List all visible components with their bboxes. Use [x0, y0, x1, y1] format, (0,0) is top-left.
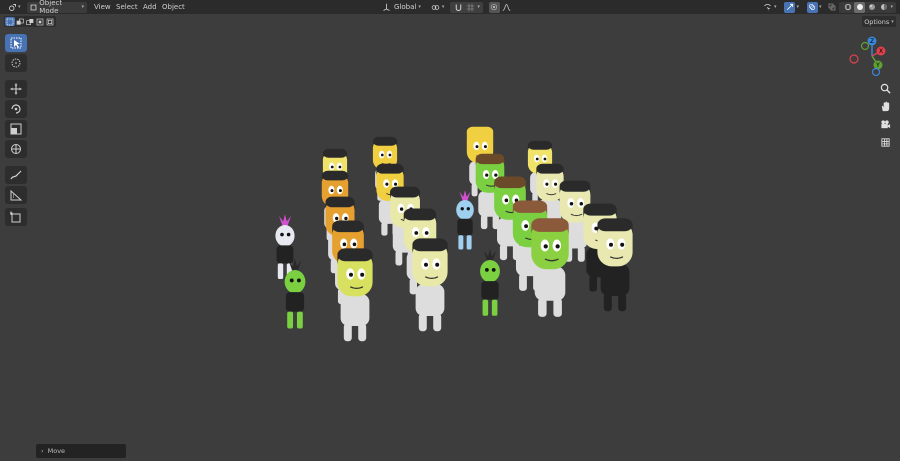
- chevron-down-icon: ▾: [773, 4, 777, 10]
- character-model: [412, 238, 448, 332]
- overlays-toggle-group[interactable]: ▾: [804, 1, 825, 13]
- menu-view[interactable]: View: [91, 2, 114, 13]
- gizmo-neg-z: [871, 67, 881, 77]
- menu-object[interactable]: Object: [159, 2, 188, 13]
- add-cube-icon: [10, 211, 21, 223]
- selection-mode-group: [4, 16, 56, 27]
- chevron-down-icon: ▾: [441, 4, 445, 10]
- select-intersect-icon[interactable]: [45, 17, 55, 26]
- chevron-down-icon: ▾: [81, 4, 84, 10]
- select-box-icon: [10, 37, 22, 49]
- annotate-tool[interactable]: [5, 166, 27, 184]
- chevron-down-icon: ▾: [18, 4, 21, 10]
- character-crowd: [275, 126, 633, 342]
- menu-select[interactable]: Select: [113, 2, 141, 13]
- viewport-editor-icon: [7, 2, 18, 13]
- editor-type-dropdown[interactable]: ▾: [4, 2, 24, 13]
- gizmo-x-label: X: [879, 48, 883, 55]
- options-dropdown[interactable]: Options ▾: [862, 16, 896, 27]
- transform-tools: Global ▾ ▾ ▾: [378, 1, 515, 13]
- chevron-down-icon: ▾: [418, 4, 421, 10]
- last-operator-label: Move: [47, 447, 66, 455]
- chevron-down-icon: ▾: [890, 4, 893, 10]
- pan-button[interactable]: [877, 98, 894, 115]
- visibility-dropdown[interactable]: ▾: [759, 2, 780, 13]
- zoom-button[interactable]: [877, 80, 894, 97]
- menu-add[interactable]: Add: [140, 2, 160, 13]
- wireframe-shading-icon[interactable]: [842, 2, 853, 13]
- orientation-icon: [381, 2, 392, 13]
- gizmo-neg-y: [860, 41, 870, 51]
- move-icon: [10, 83, 22, 95]
- viewport-display-tools: ▾ ▾ ▾ ▾: [759, 1, 896, 13]
- shading-mode-group[interactable]: ▾: [839, 1, 896, 13]
- transform-icon: [11, 144, 21, 154]
- chevron-down-icon: ▾: [477, 4, 480, 10]
- tool-shelf: [5, 34, 28, 228]
- transform-orientation-dropdown[interactable]: Global ▾: [378, 2, 424, 13]
- viewport-header: ▾ Object Mode ▾ View Select Add Object G…: [0, 0, 900, 15]
- chevron-right-icon: ›: [41, 447, 44, 455]
- select-invert-icon[interactable]: [35, 17, 45, 26]
- chevron-down-icon: ▾: [891, 18, 894, 25]
- pivot-dropdown[interactable]: ▾: [427, 2, 448, 13]
- creature-model: [456, 190, 474, 250]
- viewport-3d-scene[interactable]: [240, 110, 660, 370]
- mode-dropdown[interactable]: Object Mode ▾: [27, 0, 87, 15]
- add-cube-tool[interactable]: [5, 208, 27, 226]
- navigation-gizmo[interactable]: Z X Y: [844, 34, 896, 80]
- perspective-toggle-button[interactable]: [877, 134, 894, 151]
- options-label: Options: [864, 17, 890, 26]
- gizmo-icon[interactable]: [784, 1, 796, 13]
- proportional-edit-group[interactable]: [486, 1, 515, 13]
- pivot-icon: [430, 2, 441, 13]
- hand-icon: [881, 101, 890, 112]
- grid-snap-icon: [465, 2, 476, 13]
- select-subtract-icon[interactable]: [25, 17, 35, 26]
- xray-icon[interactable]: [826, 2, 837, 13]
- solid-shading-icon[interactable]: [854, 1, 866, 13]
- scale-tool[interactable]: [5, 120, 27, 138]
- select-box-tool[interactable]: [5, 34, 27, 52]
- transform-tool[interactable]: [5, 140, 27, 158]
- gizmo-z-label: Z: [870, 38, 874, 45]
- zoom-icon: [880, 83, 891, 94]
- annotate-icon: [10, 170, 22, 180]
- material-preview-icon[interactable]: [866, 2, 877, 13]
- overlays-icon[interactable]: [806, 1, 818, 13]
- mode-label: Object Mode: [39, 0, 63, 15]
- rendered-shading-icon[interactable]: [878, 2, 889, 13]
- cursor-tool[interactable]: [5, 54, 27, 72]
- orientation-label: Global: [394, 3, 417, 11]
- gizmo-neg-x: [849, 54, 859, 64]
- snap-dropdown[interactable]: ▾: [450, 1, 483, 13]
- camera-view-button[interactable]: [877, 116, 894, 133]
- magnet-icon: [453, 2, 464, 13]
- grid-icon: [881, 138, 890, 147]
- rotate-icon: [11, 104, 21, 114]
- chevron-down-icon: ▾: [818, 4, 822, 10]
- select-new-icon[interactable]: [5, 17, 15, 26]
- measure-icon: [10, 189, 22, 201]
- measure-tool[interactable]: [5, 186, 27, 204]
- scale-icon: [10, 123, 22, 135]
- last-operator-panel[interactable]: › Move: [36, 444, 126, 458]
- rotate-tool[interactable]: [5, 100, 27, 118]
- camera-icon: [881, 120, 891, 129]
- selectability-icon: [762, 2, 773, 13]
- navigation-buttons: [877, 80, 895, 152]
- chevron-down-icon: ▾: [796, 4, 799, 10]
- select-extend-icon[interactable]: [15, 17, 25, 26]
- object-mode-icon: [30, 2, 37, 13]
- cursor-icon: [11, 58, 21, 68]
- proportional-editing-icon[interactable]: [488, 1, 500, 13]
- gizmo-toggle-group[interactable]: ▾: [781, 1, 802, 13]
- creature-model: [480, 248, 500, 316]
- falloff-curve-icon[interactable]: [501, 2, 512, 13]
- move-tool[interactable]: [5, 80, 27, 98]
